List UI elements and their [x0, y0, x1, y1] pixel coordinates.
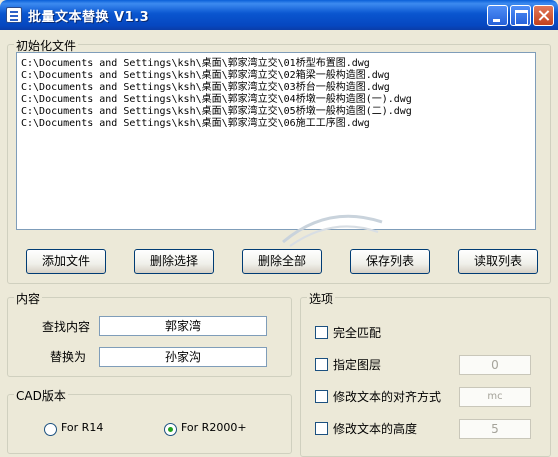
r14-radio[interactable] [44, 423, 57, 436]
r2000-radio[interactable] [164, 423, 177, 436]
align-label[interactable]: 修改文本的对齐方式 [333, 388, 441, 405]
read-list-button[interactable]: 读取列表 [458, 249, 538, 274]
title-bar[interactable]: 批量文本替换 V1.3 [0, 0, 558, 30]
exact-match-checkbox[interactable] [315, 326, 328, 339]
align-input[interactable]: mc [459, 387, 531, 407]
file-list-item[interactable]: C:\Documents and Settings\ksh\桌面\郭家湾立交\0… [21, 94, 531, 106]
delete-selected-button[interactable]: 删除选择 [134, 249, 214, 274]
height-input[interactable]: 5 [459, 419, 531, 439]
layer-checkbox[interactable] [315, 358, 328, 371]
align-checkbox[interactable] [315, 390, 328, 403]
file-list-item[interactable]: C:\Documents and Settings\ksh\桌面\郭家湾立交\0… [21, 70, 531, 82]
replace-label: 替换为 [50, 350, 87, 364]
layer-input[interactable]: 0 [459, 355, 531, 375]
replace-input[interactable]: 孙家沟 [99, 347, 267, 367]
cad-version-title: CAD版本 [14, 387, 68, 404]
exact-match-label[interactable]: 完全匹配 [333, 324, 381, 341]
delete-all-button[interactable]: 删除全部 [242, 249, 322, 274]
file-list-item[interactable]: C:\Documents and Settings\ksh\桌面\郭家湾立交\0… [21, 118, 531, 130]
save-list-button[interactable]: 保存列表 [350, 249, 430, 274]
r14-label[interactable]: For R14 [61, 421, 103, 434]
window-title: 批量文本替换 V1.3 [28, 10, 150, 25]
file-list[interactable]: C:\Documents and Settings\ksh\桌面\郭家湾立交\0… [16, 52, 536, 230]
maximize-button[interactable] [510, 5, 531, 26]
file-list-item[interactable]: C:\Documents and Settings\ksh\桌面\郭家湾立交\0… [21, 58, 531, 70]
r2000-label[interactable]: For R2000+ [181, 421, 247, 434]
height-checkbox[interactable] [315, 422, 328, 435]
layer-label[interactable]: 指定图层 [333, 356, 381, 373]
close-button[interactable] [533, 5, 554, 26]
minimize-button[interactable] [487, 5, 508, 26]
content-group-title: 内容 [14, 290, 43, 307]
find-label: 查找内容 [42, 320, 91, 334]
app-icon [6, 7, 22, 23]
find-input[interactable]: 郭家湾 [99, 316, 267, 336]
add-file-button[interactable]: 添加文件 [26, 249, 106, 274]
height-label[interactable]: 修改文本的高度 [333, 420, 417, 437]
file-list-item[interactable]: C:\Documents and Settings\ksh\桌面\郭家湾立交\0… [21, 106, 531, 118]
file-list-item[interactable]: C:\Documents and Settings\ksh\桌面\郭家湾立交\0… [21, 82, 531, 94]
options-group-title: 选项 [307, 290, 336, 307]
